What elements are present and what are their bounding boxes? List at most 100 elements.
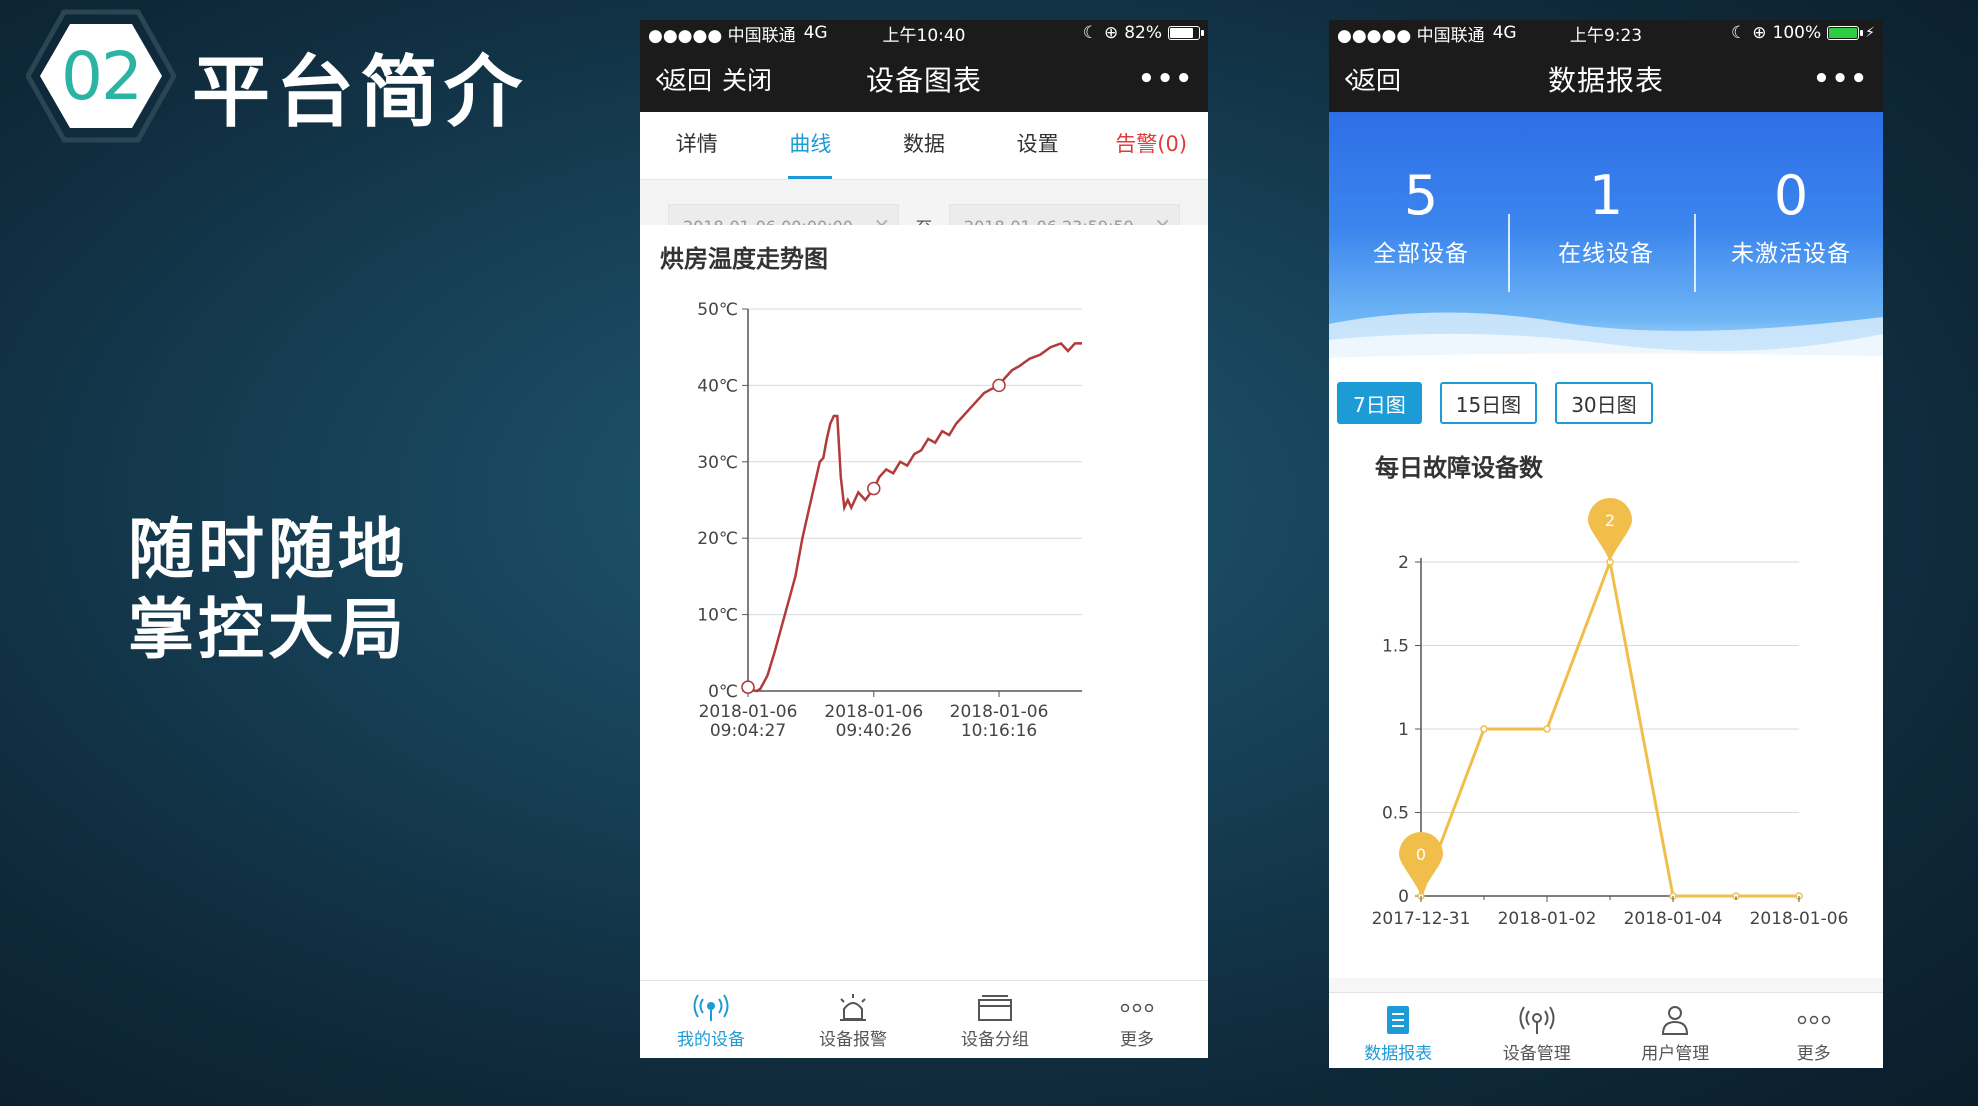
x-tick-label: 2017-12-31 <box>1372 909 1471 929</box>
slogan: 随时随地 掌控大局 <box>128 510 408 670</box>
data-point <box>1480 725 1488 733</box>
x-tick-label: 2018-01-06 <box>1750 909 1849 929</box>
data-point <box>1543 725 1551 733</box>
x-tick-label-time: 10:16:16 <box>961 721 1037 741</box>
bottom-tab-label: 数据报表 <box>1364 1044 1433 1064</box>
bottom-tab-more[interactable]: 更多 <box>1066 981 1208 1058</box>
y-tick-label: 0.5 <box>1382 804 1409 824</box>
bottom-tab-data-report[interactable]: 数据报表 <box>1329 993 1468 1068</box>
x-tick-label: 2018-01-04 <box>1624 909 1723 929</box>
y-tick-label: 1.5 <box>1382 637 1409 657</box>
range-selector: 7日图 15日图 30日图 <box>1337 382 1653 424</box>
more-dots-icon <box>1745 1001 1884 1039</box>
range-30-day-button[interactable]: 30日图 <box>1555 382 1653 424</box>
y-tick-label: 1 <box>1398 720 1409 740</box>
y-tick-label: 10℃ <box>697 606 738 626</box>
x-tick-label-date: 2018-01-06 <box>699 702 798 722</box>
bottom-tab-bar: 数据报表 设备管理 用户管理 更多 <box>1329 992 1883 1068</box>
rotation-lock-icon: ⊕ <box>1752 23 1767 43</box>
charging-icon: ⚡ <box>1865 25 1875 41</box>
alarm-light-icon <box>782 991 924 1025</box>
stat-value: 5 <box>1403 164 1439 227</box>
more-menu-button[interactable]: ••• <box>1813 64 1869 94</box>
range-15-day-button[interactable]: 15日图 <box>1439 382 1538 424</box>
stats-banner: 5 全部设备 1 在线设备 0 未激活设备 <box>1329 112 1883 372</box>
more-menu-button[interactable]: ••• <box>1138 64 1194 94</box>
network-label: 4G <box>803 23 828 43</box>
stat-all-devices: 5 全部设备 <box>1329 168 1513 268</box>
x-tick-label-time: 09:04:27 <box>710 721 786 741</box>
divider <box>1694 214 1696 292</box>
battery-icon <box>1168 26 1204 40</box>
carrier-label: ●●●●● 中国联通 <box>1337 25 1485 46</box>
bottom-tab-label: 用户管理 <box>1641 1044 1710 1064</box>
close-button[interactable]: 关闭 <box>722 61 772 97</box>
radio-signal-icon <box>1468 1001 1607 1039</box>
bottom-tab-device-groups[interactable]: 设备分组 <box>924 981 1066 1058</box>
phone-data-report-screen: ●●●●● 中国联通 4G 上午9:23 ☾ ⊕ 100% ⚡ ‹ 返回 数据报… <box>1329 20 1883 1068</box>
bottom-tab-label: 设备分组 <box>961 1030 1029 1050</box>
status-bar: ●●●●● 中国联通 4G 上午9:23 ☾ ⊕ 100% ⚡ <box>1329 20 1883 46</box>
stat-value: 1 <box>1588 164 1624 227</box>
fault-chart-card: 每日故障设备数 0 0.5 1 1.5 2 2017-12-31 2018-01-02 201… <box>1337 438 1875 978</box>
user-icon <box>1606 1001 1745 1039</box>
temperature-line-chart: 0℃10℃20℃30℃40℃50℃2018-01-0609:04:272018-… <box>697 300 1082 741</box>
card-stack-icon <box>924 991 1066 1025</box>
tab-data[interactable]: 数据 <box>867 112 981 179</box>
temperature-chart-panel: 烘房温度走势图 0℃ 10℃ 20℃ 30℃ 40℃ 50℃ 2018-01-06 09:04… <box>640 225 1208 985</box>
y-tick-label: 0 <box>1398 887 1409 907</box>
battery-percent: 100% <box>1772 23 1822 43</box>
y-tick-label: 20℃ <box>697 529 738 549</box>
y-tick-label: 2 <box>1398 553 1409 573</box>
range-7-day-button[interactable]: 7日图 <box>1337 382 1422 424</box>
back-button[interactable]: ‹ 返回 <box>654 61 712 97</box>
fault-line-chart: 0 0.5 1 1.5 2 2017-12-31 2018-01-02 2018-01-04 2… <box>1372 498 1849 929</box>
more-dots-icon <box>1066 991 1208 1025</box>
bottom-tab-label: 更多 <box>1120 1030 1154 1050</box>
stat-label: 未激活设备 <box>1731 241 1851 267</box>
nav-bar: ‹ 返回 数据报表 ••• <box>1329 46 1883 112</box>
slogan-line-1: 随时随地 <box>128 511 408 588</box>
back-label: 返回 <box>1351 66 1402 95</box>
battery-percent: 82% <box>1124 23 1162 43</box>
data-pin-icon <box>1588 498 1632 562</box>
data-pin-label: 0 <box>1416 845 1426 864</box>
data-point-marker <box>867 481 881 496</box>
moon-icon: ☾ <box>1082 23 1098 43</box>
y-tick-label: 30℃ <box>697 453 738 473</box>
phone-device-chart-screen: ●●●●● 中国联通 4G 上午10:40 ☾ ⊕ 82% ‹ 返回 关闭 设备… <box>640 20 1208 1058</box>
stat-inactive-devices: 0 未激活设备 <box>1699 168 1883 268</box>
bottom-tab-more[interactable]: 更多 <box>1745 993 1884 1068</box>
report-icon <box>1329 1001 1468 1039</box>
temperature-series-line <box>747 341 1082 693</box>
data-pin-label: 2 <box>1605 511 1615 530</box>
tab-alerts[interactable]: 告警(0) <box>1094 112 1208 179</box>
rotation-lock-icon: ⊕ <box>1103 23 1119 43</box>
bottom-tab-bar: 我的设备 设备报警 设备分组 更多 <box>640 980 1208 1058</box>
bottom-tab-user-management[interactable]: 用户管理 <box>1606 993 1745 1068</box>
back-label: 返回 <box>662 66 713 95</box>
tab-curve[interactable]: 曲线 <box>754 112 868 179</box>
bottom-tab-my-devices[interactable]: 我的设备 <box>640 981 782 1058</box>
tab-settings[interactable]: 设置 <box>981 112 1095 179</box>
x-tick-label-time: 09:40:26 <box>836 721 912 741</box>
nav-title: 数据报表 <box>1547 64 1664 97</box>
nav-bar: ‹ 返回 关闭 设备图表 ••• <box>640 46 1208 112</box>
stat-online-devices: 1 在线设备 <box>1514 168 1698 268</box>
x-tick-label-date: 2018-01-06 <box>950 702 1049 722</box>
bottom-tab-device-alarms[interactable]: 设备报警 <box>782 981 924 1058</box>
network-label: 4G <box>1492 23 1517 43</box>
carrier-label: ●●●●● 中国联通 <box>648 25 796 46</box>
section-number: 02 <box>61 37 143 115</box>
y-tick-label: 40℃ <box>697 376 738 396</box>
bottom-tab-device-management[interactable]: 设备管理 <box>1468 993 1607 1068</box>
y-tick-label: 0℃ <box>708 682 738 702</box>
stat-value: 0 <box>1773 164 1809 227</box>
tab-details[interactable]: 详情 <box>640 112 754 179</box>
tab-bar: 详情 曲线 数据 设置 告警(0) <box>640 112 1208 180</box>
radio-signal-icon <box>640 991 782 1025</box>
x-tick-label: 2018-01-02 <box>1498 909 1597 929</box>
slogan-line-2: 掌控大局 <box>128 591 408 668</box>
bottom-tab-label: 我的设备 <box>677 1030 745 1050</box>
back-button[interactable]: ‹ 返回 <box>1343 61 1401 97</box>
